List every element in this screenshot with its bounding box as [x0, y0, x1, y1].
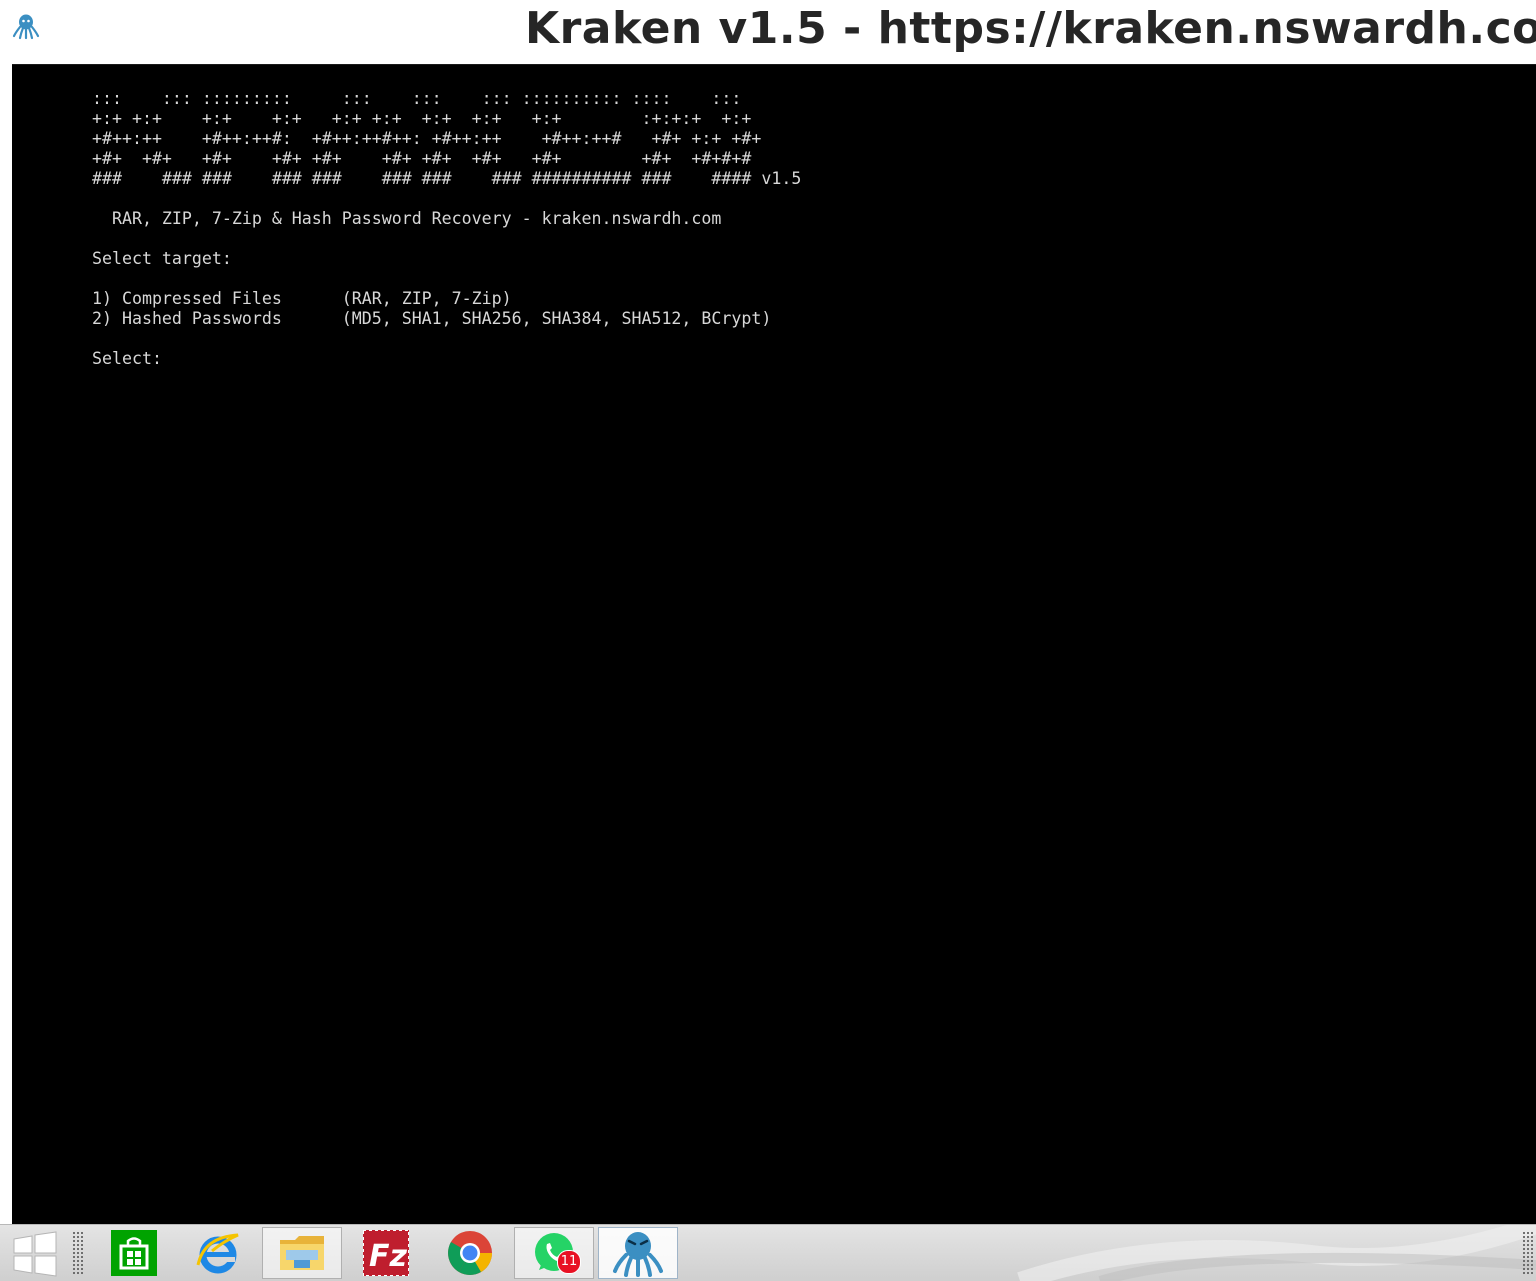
file-explorer-icon — [280, 1236, 324, 1270]
banner-line-4: +#+ +#+ +#+ +#+ +#+ +#+ +#+ +#+ +#+ +#+ … — [92, 149, 752, 168]
select-target-prompt: Select target: — [92, 249, 232, 268]
taskbar-grip-right[interactable] — [1522, 1231, 1534, 1275]
title-bar[interactable]: Kraken v1.5 - https://kraken.nswardh.com — [0, 0, 1536, 63]
taskbar: Fz 11 — [0, 1224, 1536, 1281]
banner-line-5: ### ### ### ### ### ### ### ### ########… — [92, 169, 802, 188]
taskbar-grip[interactable] — [72, 1231, 84, 1275]
notification-badge: 11 — [557, 1250, 581, 1274]
taskbar-whatsapp-button[interactable]: 11 — [514, 1227, 594, 1279]
windows-logo-icon — [13, 1231, 57, 1277]
taskbar-kraken-button[interactable] — [598, 1227, 678, 1279]
banner-line-1: ::: ::: ::::::::: ::: ::: ::: ::::::::::… — [92, 89, 742, 108]
banner-line-3: +#++:++ +#++:++#: +#++:++#++: +#++:++ +#… — [92, 129, 762, 148]
kraken-app-icon[interactable] — [12, 12, 40, 40]
store-icon — [111, 1230, 157, 1276]
select-input-prompt[interactable]: Select: — [92, 349, 801, 369]
tagline: RAR, ZIP, 7-Zip & Hash Password Recovery… — [92, 209, 722, 228]
taskbar-background-decoration — [1017, 1225, 1536, 1281]
banner-line-2: +:+ +:+ +:+ +:+ +:+ +:+ +:+ +:+ +:+ :+:+… — [92, 109, 752, 128]
svg-text:Fz: Fz — [369, 1239, 407, 1274]
kraken-icon — [613, 1232, 663, 1277]
start-button[interactable] — [10, 1231, 60, 1277]
chrome-icon — [448, 1231, 492, 1275]
internet-explorer-icon — [196, 1233, 239, 1274]
option-compressed-files: 1) Compressed Files (RAR, ZIP, 7-Zip) — [92, 289, 512, 308]
console-window[interactable]: ::: ::: ::::::::: ::: ::: ::: ::::::::::… — [12, 64, 1536, 1225]
taskbar-file-explorer-button[interactable] — [262, 1227, 342, 1279]
window-title: Kraken v1.5 - https://kraken.nswardh.com — [525, 3, 1536, 54]
console-output: ::: ::: ::::::::: ::: ::: ::: ::::::::::… — [92, 89, 801, 369]
taskbar-filezilla-button[interactable]: Fz — [346, 1227, 426, 1279]
filezilla-icon: Fz — [363, 1230, 409, 1276]
option-hashed-passwords: 2) Hashed Passwords (MD5, SHA1, SHA256, … — [92, 309, 772, 328]
taskbar-internet-explorer-button[interactable] — [178, 1227, 258, 1279]
taskbar-chrome-button[interactable] — [430, 1227, 510, 1279]
taskbar-store-button[interactable] — [94, 1227, 174, 1279]
